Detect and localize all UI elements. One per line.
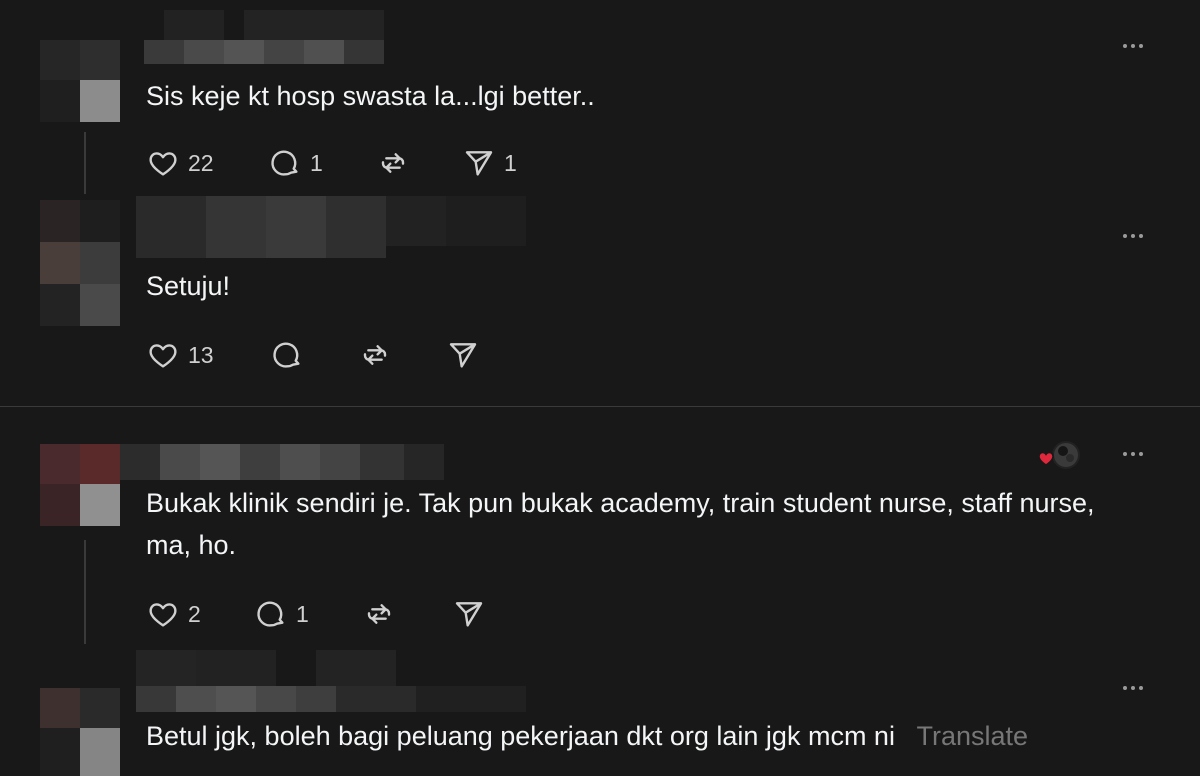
heart-icon [149, 603, 177, 627]
comment-icon [271, 150, 298, 176]
like-count: 22 [188, 149, 214, 176]
more-options-button[interactable] [1116, 226, 1150, 246]
heart-icon [149, 152, 177, 176]
send-icon [455, 602, 483, 627]
comment-text: Betul jgk, boleh bagi peluang pekerjaan … [146, 715, 1028, 757]
like-button[interactable]: 2 [146, 598, 201, 630]
avatar-blurred[interactable] [40, 688, 130, 776]
repost-button[interactable] [362, 598, 396, 630]
avatar-blurred[interactable] [40, 200, 130, 326]
like-count: 13 [188, 341, 214, 368]
reply-count: 1 [310, 149, 323, 176]
like-button[interactable]: 13 [146, 339, 214, 371]
more-options-button[interactable] [1116, 678, 1150, 698]
repost-icon [367, 604, 391, 624]
reply-button[interactable]: 1 [268, 147, 323, 179]
thread-divider [0, 406, 1200, 407]
repost-icon [363, 345, 387, 365]
share-button[interactable]: 1 [462, 147, 517, 179]
username-blurred[interactable] [136, 196, 526, 258]
reply-count: 1 [296, 600, 309, 627]
repost-icon [381, 153, 405, 173]
more-options-button[interactable] [1116, 444, 1150, 464]
heart-icon [149, 344, 177, 368]
repost-button[interactable] [358, 339, 392, 371]
like-button[interactable]: 22 [146, 147, 214, 179]
username-blurred[interactable] [144, 10, 404, 68]
translate-link[interactable]: Translate [916, 721, 1028, 751]
avatar-blurred[interactable] [40, 40, 130, 122]
comment-text: Sis keje kt hosp swasta la...lgi better.… [146, 81, 595, 111]
send-icon [449, 343, 477, 368]
username-blurred[interactable] [120, 444, 444, 480]
username-blurred[interactable] [136, 650, 526, 712]
share-button[interactable] [446, 339, 480, 371]
avatar-blurred[interactable] [40, 444, 130, 526]
share-count: 1 [504, 149, 517, 176]
repost-button[interactable] [376, 147, 410, 179]
like-count: 2 [188, 600, 201, 627]
comment-body: Betul jgk, boleh bagi peluang pekerjaan … [146, 721, 895, 751]
thread-line [84, 132, 86, 194]
author-liked-icon [1036, 438, 1082, 472]
reply-button[interactable] [270, 339, 304, 371]
more-options-button[interactable] [1116, 36, 1150, 56]
comment-text: Setuju! [146, 271, 231, 301]
send-icon [465, 151, 493, 176]
reply-button[interactable]: 1 [254, 598, 309, 630]
share-button[interactable] [452, 598, 486, 630]
comment-icon [273, 342, 300, 368]
comment-text: Bukak klinik sendiri je. Tak pun bukak a… [146, 488, 1095, 560]
thread-line [84, 540, 86, 644]
comment-icon [257, 601, 284, 627]
